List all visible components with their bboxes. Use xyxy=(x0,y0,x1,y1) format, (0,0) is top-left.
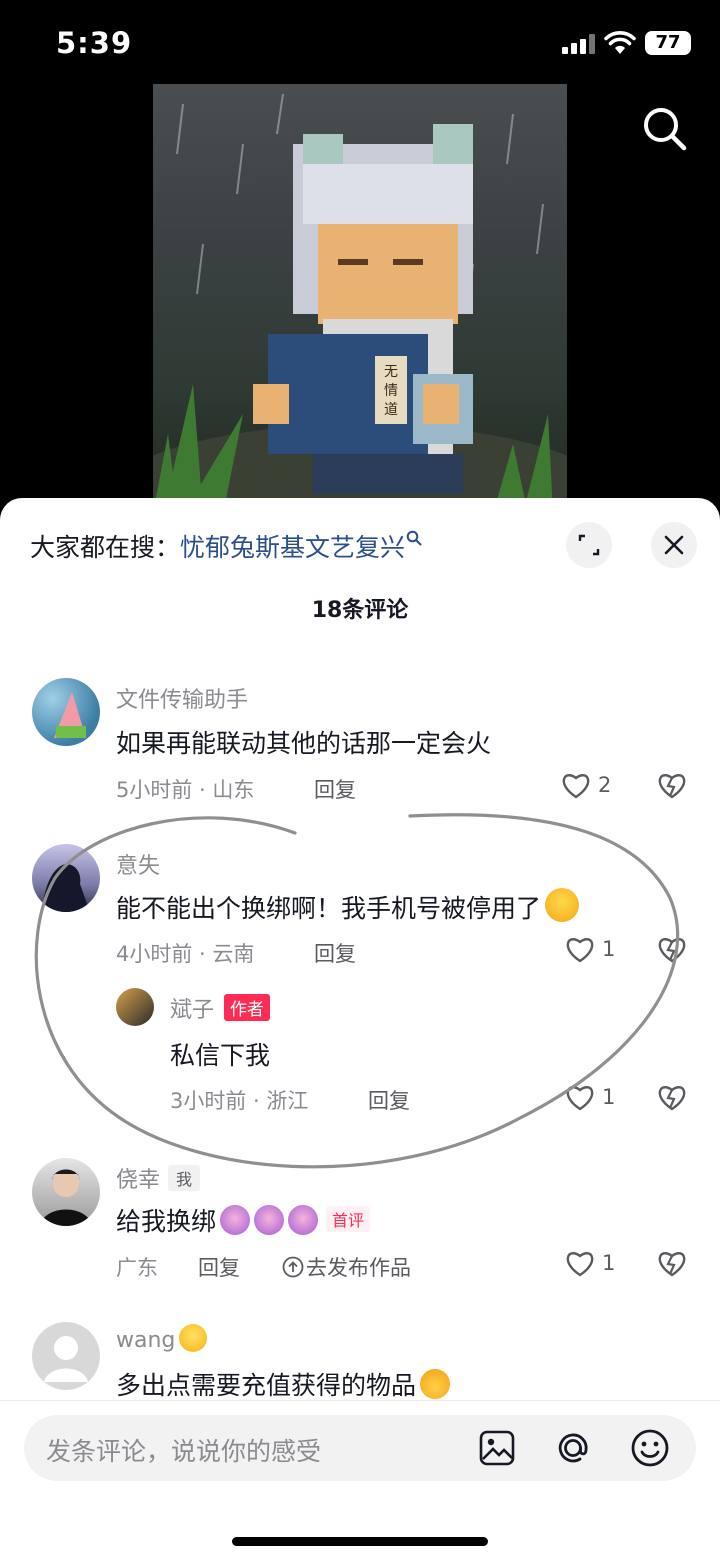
like-button[interactable]: 1 xyxy=(564,934,615,964)
status-bar: 5:39 77 xyxy=(0,0,720,88)
reply-button[interactable]: 回复 xyxy=(314,774,356,804)
dislike-icon[interactable] xyxy=(656,934,688,964)
comment-text-content: 给我换绑 xyxy=(116,1207,217,1236)
comment-text-content: 多出点需要充值获得的物品 xyxy=(116,1371,417,1400)
comment-username-text: wang xyxy=(116,1328,176,1353)
avatar-silhouette-illustration xyxy=(42,864,90,912)
devil-emoji-icon xyxy=(254,1205,285,1235)
comment-text: 能不能出个换绑啊！我手机号被停用了 xyxy=(116,888,580,925)
trending-keyword[interactable]: 忧郁兔斯基文艺复兴 xyxy=(180,533,405,562)
avatar[interactable] xyxy=(32,678,100,746)
comment-username[interactable]: 侥幸我 xyxy=(116,1162,201,1194)
like-button[interactable]: 1 xyxy=(564,1248,615,1278)
close-button[interactable] xyxy=(651,522,697,568)
comment-username-text: 斌子 xyxy=(170,998,215,1023)
signal-icon xyxy=(562,34,596,54)
comment-input-bar: 发条评论，说说你的感受 xyxy=(0,1400,720,1559)
comment-input[interactable]: 发条评论，说说你的感受 xyxy=(24,1415,696,1481)
me-badge: 我 xyxy=(168,1165,201,1191)
avatar[interactable] xyxy=(32,1158,100,1226)
reply-button[interactable]: 回复 xyxy=(198,1252,240,1282)
avatar-patrick-illustration xyxy=(54,692,86,738)
trending-search[interactable]: 大家都在搜：忧郁兔斯基文艺复兴 xyxy=(30,528,422,564)
search-icon[interactable] xyxy=(640,104,688,152)
reply-button[interactable]: 回复 xyxy=(368,1085,410,1115)
heart-icon xyxy=(566,1252,594,1277)
comment-meta: 4小时前 · 云南 xyxy=(116,942,255,966)
avatar-portrait-illustration xyxy=(40,1169,92,1226)
video-area[interactable]: 无 情 道 xyxy=(0,84,720,514)
devil-emoji-icon xyxy=(220,1205,251,1235)
at-icon[interactable] xyxy=(553,1428,593,1468)
comment-meta: 3小时前 · 浙江 xyxy=(170,1089,309,1113)
svg-text:情: 情 xyxy=(384,383,398,399)
heart-icon xyxy=(566,1086,594,1111)
trending-search-icon xyxy=(406,530,422,546)
like-button[interactable]: 2 xyxy=(560,770,611,800)
like-count: 1 xyxy=(602,1085,616,1109)
avatar[interactable] xyxy=(116,988,154,1026)
close-icon xyxy=(664,535,684,555)
heart-icon xyxy=(562,774,590,799)
heart-icon xyxy=(566,938,594,963)
publish-work-label: 去发布作品 xyxy=(306,1256,411,1280)
comment-username[interactable]: wang xyxy=(116,1324,208,1353)
battery-indicator: 77 xyxy=(645,31,691,55)
upload-icon xyxy=(282,1256,304,1278)
trending-label: 大家都在搜： xyxy=(30,533,181,562)
comment-sheet: 大家都在搜：忧郁兔斯基文艺复兴 18条评论 文件传输助手 如果再能联动其他的话那… xyxy=(0,498,720,1559)
crying-emoji-icon xyxy=(545,888,580,922)
comment-input-placeholder: 发条评论，说说你的感受 xyxy=(46,1437,322,1466)
like-button[interactable]: 1 xyxy=(564,1082,615,1112)
status-time: 5:39 xyxy=(56,26,133,60)
image-icon[interactable] xyxy=(478,1429,516,1467)
home-indicator[interactable] xyxy=(232,1537,488,1546)
svg-text:道: 道 xyxy=(384,402,398,418)
comment-text: 多出点需要充值获得的物品 xyxy=(116,1366,451,1402)
dislike-icon[interactable] xyxy=(656,1082,688,1112)
grinning-emoji-icon xyxy=(179,1324,208,1352)
comment-text: 私信下我 xyxy=(170,1041,271,1070)
emoji-icon[interactable] xyxy=(630,1428,670,1468)
comment-meta: 5小时前 · 山东 xyxy=(116,778,255,802)
comment-count: 18条评论 xyxy=(311,598,409,623)
comment-username[interactable]: 文件传输助手 xyxy=(116,682,248,714)
avatar[interactable] xyxy=(32,1322,100,1390)
comment-text-content: 能不能出个换绑啊！我手机号被停用了 xyxy=(116,894,542,923)
expand-button[interactable] xyxy=(566,522,612,568)
avatar[interactable] xyxy=(32,844,100,912)
svg-text:无: 无 xyxy=(384,364,398,380)
author-badge: 作者 xyxy=(224,994,271,1021)
comment-meta: 广东 xyxy=(116,1256,158,1280)
reply-button[interactable]: 回复 xyxy=(314,938,356,968)
comment-username[interactable]: 斌子 作者 xyxy=(170,992,271,1024)
video-character-illustration: 无 情 道 xyxy=(153,93,567,514)
comment-text: 给我换绑 首评 xyxy=(116,1202,371,1238)
like-count: 2 xyxy=(598,773,612,797)
default-avatar-icon xyxy=(44,1336,88,1382)
comment-text: 如果再能联动其他的话那一定会火 xyxy=(116,729,492,758)
comment-username[interactable]: 意失 xyxy=(116,848,160,880)
wifi-icon xyxy=(604,31,636,54)
publish-work-link[interactable]: 去发布作品 xyxy=(282,1252,411,1282)
heart-hands-emoji-icon xyxy=(420,1369,451,1399)
first-comment-badge: 首评 xyxy=(326,1206,371,1232)
devil-emoji-icon xyxy=(288,1205,319,1235)
like-count: 1 xyxy=(602,1251,616,1275)
expand-icon xyxy=(578,534,600,556)
dislike-icon[interactable] xyxy=(656,1248,688,1278)
video-thumbnail[interactable]: 无 情 道 xyxy=(153,84,567,514)
comment-username-text: 侥幸 xyxy=(116,1168,161,1193)
like-count: 1 xyxy=(602,937,616,961)
dislike-icon[interactable] xyxy=(656,770,688,800)
